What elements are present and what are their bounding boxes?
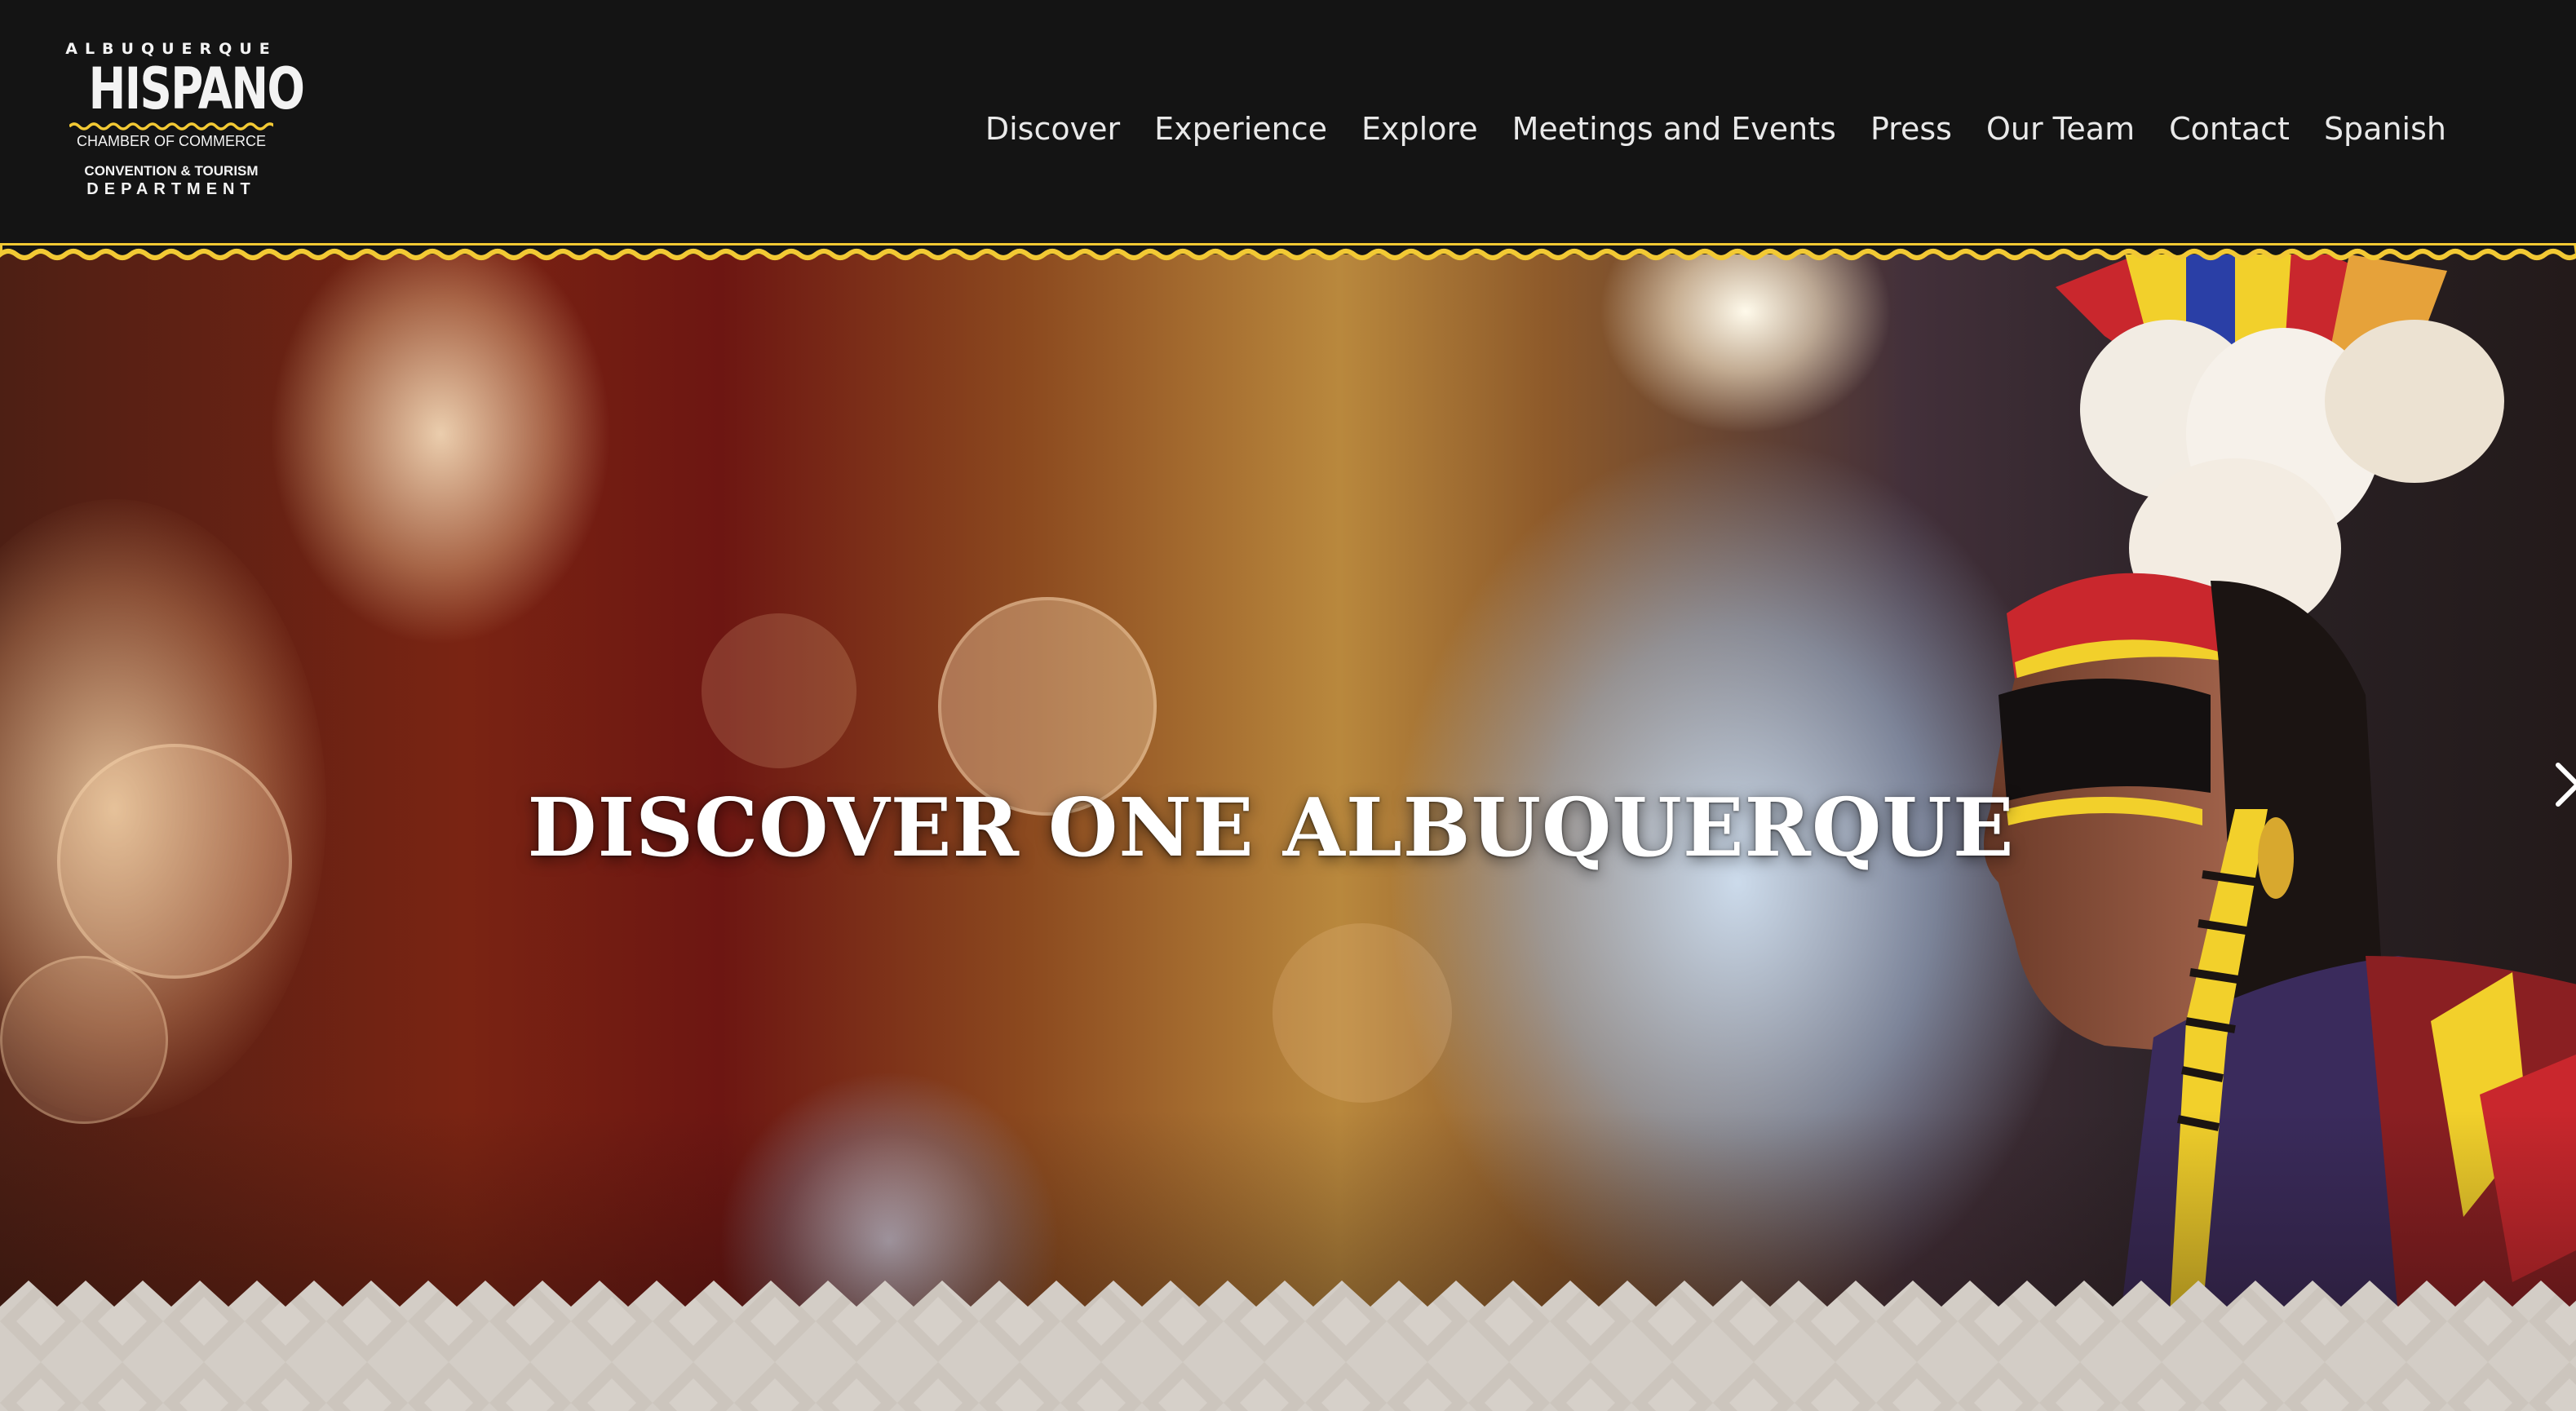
nav-item-press[interactable]: Press (1853, 106, 1969, 152)
logo-convention-text: CONVENTION & TOURISM (84, 163, 259, 179)
hero-spot-light (1599, 254, 1892, 434)
main-nav: Discover Experience Explore Meetings and… (968, 106, 2463, 152)
logo-sub-text: CHAMBER OF COMMERCE (76, 133, 266, 149)
hero-title: DISCOVER ONE ALBUQUERQUE (527, 781, 2015, 875)
logo-wave-icon (69, 122, 273, 130)
nav-item-explore[interactable]: Explore (1344, 106, 1495, 152)
logo-department-text: DEPARTMENT (86, 180, 256, 198)
chevron-right-icon[interactable] (2552, 760, 2576, 809)
nav-item-discover[interactable]: Discover (968, 106, 1137, 152)
nav-item-our-team[interactable]: Our Team (1969, 106, 2152, 152)
hero-light-glow (269, 254, 612, 646)
nav-item-meetings-and-events[interactable]: Meetings and Events (1495, 106, 1853, 152)
logo-main-text: HISPANO (88, 55, 305, 122)
decorative-zigzag-band (0, 1281, 2576, 1411)
header-wave-divider (0, 243, 2576, 260)
site-header: ALBUQUERQUE HISPANO CHAMBER OF COMMERCE … (0, 0, 2576, 254)
page: ALBUQUERQUE HISPANO CHAMBER OF COMMERCE … (0, 0, 2576, 1411)
hero-bokeh (1273, 923, 1452, 1103)
nav-item-experience[interactable]: Experience (1137, 106, 1344, 152)
hero-banner: DISCOVER ONE ALBUQUERQUE (0, 254, 2576, 1315)
nav-item-spanish[interactable]: Spanish (2307, 106, 2463, 152)
site-logo[interactable]: ALBUQUERQUE HISPANO CHAMBER OF COMMERCE … (65, 39, 305, 220)
hero-bokeh (0, 956, 168, 1124)
hero-bokeh (702, 613, 856, 768)
nav-item-contact[interactable]: Contact (2152, 106, 2307, 152)
